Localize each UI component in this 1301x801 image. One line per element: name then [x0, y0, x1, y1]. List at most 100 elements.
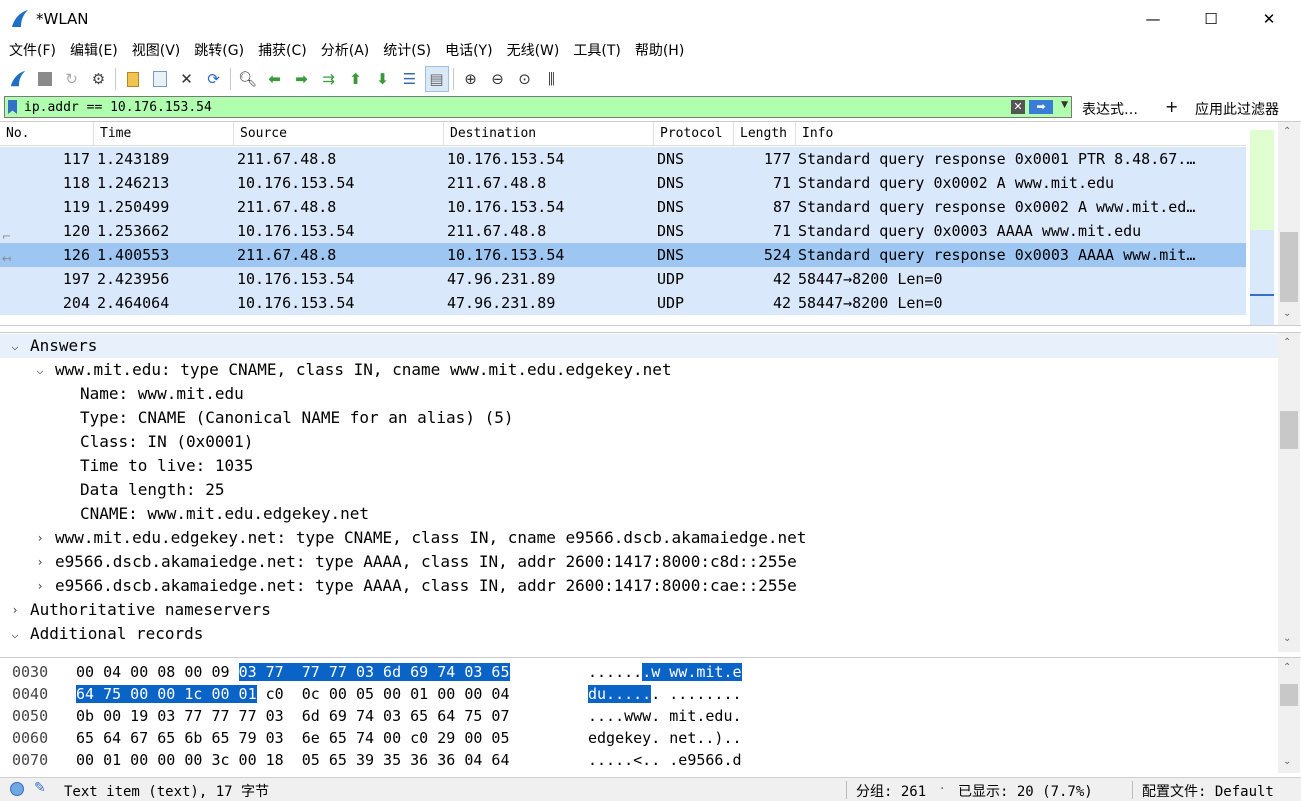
scroll-down-icon[interactable]: ⌄ — [1283, 633, 1291, 644]
column-source[interactable]: Source — [234, 122, 444, 146]
column-no[interactable]: No. — [0, 122, 94, 146]
scroll-down-icon[interactable]: ⌄ — [1283, 308, 1291, 319]
bytes-row[interactable]: 0050 0b 00 19 03 77 77 77 03 6d 69 74 03 … — [0, 705, 1278, 727]
minimize-button[interactable]: — — [1124, 0, 1182, 38]
bytes-row[interactable]: 0070 00 01 00 00 00 3c 00 18 05 65 39 35 … — [0, 749, 1278, 771]
zoom-out-icon[interactable]: ⊖ — [486, 66, 510, 92]
packet-cell-time: 1.253662 — [97, 222, 170, 240]
detail-tree-item[interactable]: ⌵ Answers — [0, 334, 1278, 358]
stop-capture-icon[interactable] — [33, 66, 57, 92]
expert-info-icon[interactable] — [10, 782, 24, 796]
go-last-packet-icon[interactable]: ⬇ — [371, 66, 395, 92]
column-length[interactable]: Length — [734, 122, 796, 146]
maximize-button[interactable]: ☐ — [1182, 0, 1240, 38]
menu-analyze[interactable]: 分析(A) — [314, 38, 377, 64]
packet-row[interactable]: 197 2.423956 10.176.153.54 47.96.231.89 UDP 4… — [0, 267, 1246, 291]
zoom-normal-icon[interactable]: ⊙ — [513, 66, 537, 92]
expand-arrow-icon[interactable]: › — [33, 526, 47, 550]
bytes-row[interactable]: 0040 64 75 00 00 1c 00 01 c0 0c 00 05 00 … — [0, 683, 1278, 705]
menu-telephony[interactable]: 电话(Y) — [438, 38, 499, 64]
packet-row[interactable]: 118 1.246213 10.176.153.54 211.67.48.8 DNS 71… — [0, 171, 1246, 195]
resize-columns-icon[interactable]: ⫼ — [540, 66, 564, 92]
open-file-icon[interactable] — [121, 66, 145, 92]
profile-status[interactable]: 配置文件: Default — [1142, 781, 1274, 801]
packet-row[interactable]: 117 1.243189 211.67.48.8 10.176.153.54 DNS 17… — [0, 147, 1246, 171]
find-packet-icon[interactable]: 🔍︎ — [236, 66, 260, 92]
go-back-icon[interactable]: ⬅ — [263, 66, 287, 92]
packet-row[interactable]: 120 1.253662 10.176.153.54 211.67.48.8 DNS 71… — [0, 219, 1246, 243]
bytes-row[interactable]: 0060 65 64 67 65 6b 65 79 03 6e 65 74 00 … — [0, 727, 1278, 749]
bookmark-icon[interactable] — [8, 100, 17, 114]
menu-tools[interactable]: 工具(T) — [566, 38, 627, 64]
colorize-icon[interactable]: ▤ — [424, 66, 449, 92]
column-destination[interactable]: Destination — [444, 122, 654, 146]
go-first-packet-icon[interactable]: ⬆ — [344, 66, 368, 92]
column-protocol[interactable]: Protocol — [654, 122, 734, 146]
scroll-up-icon[interactable]: ⌃ — [1283, 126, 1291, 137]
menu-view[interactable]: 视图(V) — [125, 38, 188, 64]
detail-tree-item[interactable]: CNAME: www.mit.edu.edgekey.net — [0, 502, 1278, 526]
detail-tree-item[interactable]: Type: CNAME (Canonical NAME for an alias… — [0, 406, 1278, 430]
add-filter-button[interactable]: + — [1165, 97, 1178, 116]
reload-file-icon[interactable]: ⟳ — [202, 66, 226, 92]
menu-help[interactable]: 帮助(H) — [628, 38, 691, 64]
apply-arrow-icon[interactable]: ➡ — [1029, 100, 1053, 114]
clear-filter-icon[interactable]: ✕ — [1011, 100, 1025, 114]
expand-arrow-icon[interactable]: › — [33, 574, 47, 598]
detail-tree-item[interactable]: Class: IN (0x0001) — [0, 430, 1278, 454]
packet-row[interactable]: 204 2.464064 10.176.153.54 47.96.231.89 UDP 4… — [0, 291, 1246, 315]
expand-arrow-icon[interactable]: › — [8, 598, 22, 622]
detail-tree-item[interactable]: › www.mit.edu.edgekey.net: type CNAME, cl… — [0, 526, 1278, 550]
filter-dropdown-icon[interactable]: ▼ — [1061, 100, 1068, 110]
menu-capture[interactable]: 捕获(C) — [251, 38, 314, 64]
menu-go[interactable]: 跳转(G) — [187, 38, 251, 64]
close-button[interactable]: ✕ — [1240, 0, 1298, 38]
bytes-scrollbar[interactable]: ⌃ ⌄ — [1278, 658, 1300, 773]
zoom-in-icon[interactable]: ⊕ — [459, 66, 483, 92]
detail-tree-item[interactable]: › e9566.dscb.akamaiedge.net: type AAAA, c… — [0, 550, 1278, 574]
apply-filter-button[interactable]: 应用此过滤器 — [1195, 99, 1279, 119]
detail-tree-item[interactable]: › Authoritative nameservers — [0, 598, 1278, 622]
packet-row[interactable]: 126 1.400553 211.67.48.8 10.176.153.54 DNS 52… — [0, 243, 1246, 267]
go-to-packet-icon[interactable]: ⇉ — [317, 66, 341, 92]
packet-details-tree[interactable]: ⌵ Answers ⌵ www.mit.edu: type CNAME, class … — [0, 332, 1301, 652]
menu-edit[interactable]: 编辑(E) — [63, 38, 125, 64]
restart-capture-icon[interactable]: ↻ — [60, 66, 84, 92]
go-forward-icon[interactable]: ➡ — [290, 66, 314, 92]
scroll-up-icon[interactable]: ⌃ — [1283, 662, 1291, 673]
close-file-icon[interactable]: ✕ — [175, 66, 199, 92]
detail-tree-item[interactable]: Name: www.mit.edu — [0, 382, 1278, 406]
expand-arrow-icon[interactable]: › — [33, 550, 47, 574]
start-capture-icon[interactable] — [6, 66, 30, 92]
bytes-ascii-text: .....<.. .e9566.d — [588, 751, 742, 769]
scroll-up-icon[interactable]: ⌃ — [1283, 337, 1291, 348]
menu-statistics[interactable]: 统计(S) — [376, 38, 438, 64]
packet-bytes-pane[interactable]: 0030 00 04 00 08 00 09 03 77 77 77 03 6d … — [0, 657, 1301, 773]
detail-tree-item[interactable]: Time to live: 1035 — [0, 454, 1278, 478]
menu-wireless[interactable]: 无线(W) — [500, 38, 567, 64]
autoscroll-icon[interactable]: ☰ — [398, 66, 422, 92]
capture-options-icon[interactable]: ⚙ — [87, 66, 111, 92]
expression-button[interactable]: 表达式… — [1082, 99, 1138, 119]
column-info[interactable]: Info — [796, 122, 1246, 146]
filter-text[interactable]: ip.addr == 10.176.153.54 — [24, 100, 212, 115]
packet-list-scrollbar[interactable]: ⌃ ⌄ — [1278, 122, 1300, 325]
details-scrollbar[interactable]: ⌃ ⌄ — [1278, 333, 1300, 652]
scroll-down-icon[interactable]: ⌄ — [1283, 756, 1291, 767]
bytes-offset: 0040 — [12, 685, 49, 703]
collapse-arrow-icon[interactable]: ⌵ — [33, 358, 47, 382]
bytes-row[interactable]: 0030 00 04 00 08 00 09 03 77 77 77 03 6d … — [0, 661, 1278, 683]
packet-list[interactable]: No. Time Source Destination Protocol Len… — [0, 121, 1301, 326]
detail-tree-item[interactable]: Data length: 25 — [0, 478, 1278, 502]
save-file-icon[interactable] — [148, 66, 172, 92]
collapse-arrow-icon[interactable]: ⌵ — [8, 622, 22, 646]
detail-tree-item[interactable]: ⌵ www.mit.edu: type CNAME, class IN, cnam… — [0, 358, 1278, 382]
column-time[interactable]: Time — [94, 122, 234, 146]
detail-tree-item[interactable]: › e9566.dscb.akamaiedge.net: type AAAA, c… — [0, 574, 1278, 598]
detail-tree-item[interactable]: ⌵ Additional records — [0, 622, 1278, 646]
edit-comment-icon[interactable]: ✎ — [34, 780, 46, 796]
collapse-arrow-icon[interactable]: ⌵ — [8, 334, 22, 358]
packet-row[interactable]: 119 1.250499 211.67.48.8 10.176.153.54 DNS 87… — [0, 195, 1246, 219]
display-filter-input[interactable]: ip.addr == 10.176.153.54 ✕ ➡ ▼ — [4, 96, 1072, 118]
menu-file[interactable]: 文件(F) — [2, 38, 63, 64]
